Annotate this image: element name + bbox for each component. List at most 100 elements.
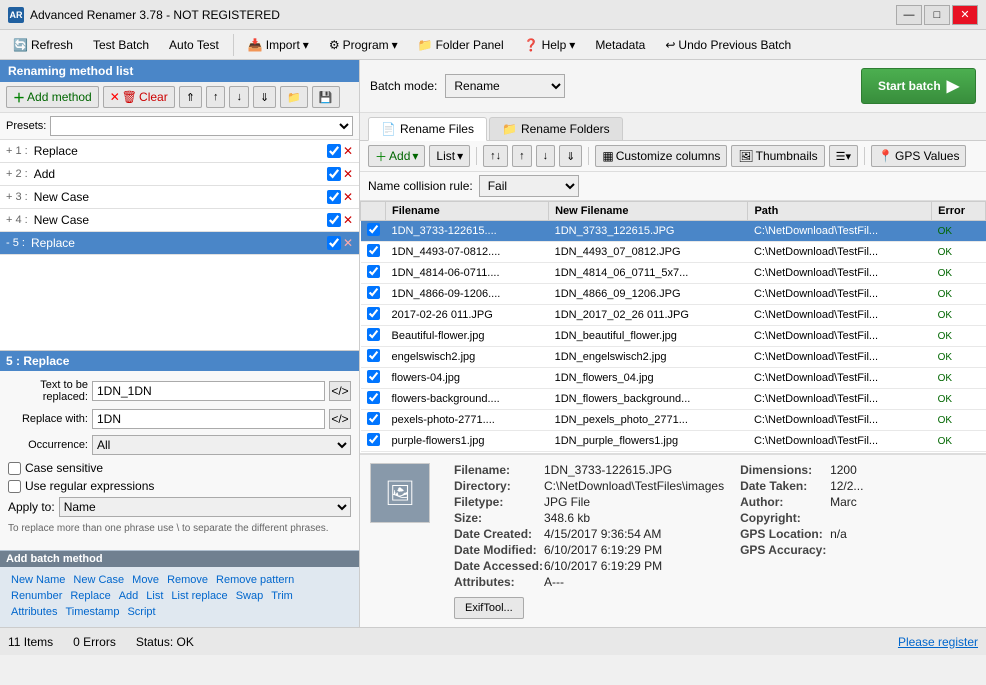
start-batch-button[interactable]: Start batch ▶ xyxy=(861,68,976,104)
sort-az-button[interactable]: ↑↓ xyxy=(483,145,508,167)
table-row[interactable]: 1DN_4814-06-0711.... 1DN_4814_06_0711_5x… xyxy=(361,263,986,284)
add-method-button[interactable]: ＋ Add method xyxy=(6,86,99,108)
add-method-link-new-case[interactable]: New Case xyxy=(70,573,127,587)
add-method-link-list[interactable]: List xyxy=(143,589,166,603)
row-checkbox[interactable] xyxy=(367,433,380,446)
row-checkbox[interactable] xyxy=(367,328,380,341)
row-checkbox[interactable] xyxy=(367,370,380,383)
method-checkbox[interactable] xyxy=(327,190,341,204)
add-method-link-remove-pattern[interactable]: Remove pattern xyxy=(213,573,297,587)
folder-button[interactable]: 📁 xyxy=(280,86,308,108)
options-button[interactable]: ☰▾ xyxy=(829,145,858,167)
file-tabs: 📄Rename Files📁Rename Folders xyxy=(360,113,986,141)
program-button[interactable]: ⚙ Program ▾ xyxy=(320,33,407,57)
add-method-link-replace[interactable]: Replace xyxy=(67,589,113,603)
add-method-link-new-name[interactable]: New Name xyxy=(8,573,68,587)
customize-columns-button[interactable]: ▦ Customize columns xyxy=(595,145,727,167)
table-row[interactable]: 1DN_3733-122615.... 1DN_3733_122615.JPG … xyxy=(361,221,986,242)
help-button[interactable]: ❓ Help ▾ xyxy=(515,33,585,57)
add-method-link-timestamp[interactable]: Timestamp xyxy=(62,605,122,619)
table-row[interactable]: 1DN_4493-07-0812.... 1DN_4493_07_0812.JP… xyxy=(361,242,986,263)
row-checkbox[interactable] xyxy=(367,349,380,362)
folder-panel-button[interactable]: 📁 Folder Panel xyxy=(409,33,513,57)
sort-up-button[interactable]: ↑ xyxy=(512,145,532,167)
move-down-button[interactable]: ↓ xyxy=(229,86,249,108)
move-up-button[interactable]: ↑ xyxy=(206,86,226,108)
add-method-link-trim[interactable]: Trim xyxy=(268,589,296,603)
move-top-button[interactable]: ⇑ xyxy=(179,86,202,108)
file-tab-rename-folders[interactable]: 📁Rename Folders xyxy=(489,117,623,140)
method-delete-icon[interactable]: ✕ xyxy=(343,213,353,227)
minimize-button[interactable]: — xyxy=(896,5,922,25)
presets-select[interactable] xyxy=(50,116,353,136)
row-checkbox[interactable] xyxy=(367,391,380,404)
row-checkbox[interactable] xyxy=(367,244,380,257)
method-item-4[interactable]: + 4 : New Case ✕ xyxy=(0,209,359,232)
table-row[interactable]: purple-flowers1.jpg 1DN_purple_flowers1.… xyxy=(361,431,986,452)
method-delete-icon[interactable]: ✕ xyxy=(343,236,353,250)
table-row[interactable]: flowers-04.jpg 1DN_flowers_04.jpg C:\Net… xyxy=(361,368,986,389)
collision-select[interactable]: Fail Skip Overwrite xyxy=(479,175,579,197)
method-item-3[interactable]: + 3 : New Case ✕ xyxy=(0,186,359,209)
regex-checkbox[interactable] xyxy=(8,480,21,493)
undo-button[interactable]: ↩ Undo Previous Batch xyxy=(656,33,800,57)
exif-tool-button[interactable]: ExifTool... xyxy=(454,597,524,619)
thumbnails-button[interactable]: 🖼 Thumbnails xyxy=(731,145,824,167)
table-row[interactable]: 2017-02-26 011.JPG 1DN_2017_02_26 011.JP… xyxy=(361,305,986,326)
row-checkbox[interactable] xyxy=(367,265,380,278)
method-checkbox[interactable] xyxy=(327,236,341,250)
method-item-1[interactable]: + 1 : Replace ✕ xyxy=(0,140,359,163)
import-button[interactable]: 📥 Import ▾ xyxy=(239,33,318,57)
replace-with-input[interactable] xyxy=(92,409,325,429)
batch-mode-select[interactable]: Rename Copy Move xyxy=(445,74,565,98)
occurrence-select[interactable]: All First Last xyxy=(92,435,351,455)
table-row[interactable]: Beautiful-flower.jpg 1DN_beautiful_flowe… xyxy=(361,326,986,347)
method-delete-icon[interactable]: ✕ xyxy=(343,190,353,204)
add-method-link-attributes[interactable]: Attributes xyxy=(8,605,60,619)
case-sensitive-checkbox[interactable] xyxy=(8,462,21,475)
close-button[interactable]: ✕ xyxy=(952,5,978,25)
method-checkbox[interactable] xyxy=(327,144,341,158)
add-method-link-list-replace[interactable]: List replace xyxy=(168,589,230,603)
test-batch-button[interactable]: Test Batch xyxy=(84,33,158,57)
file-tab-rename-files[interactable]: 📄Rename Files xyxy=(368,117,487,141)
method-delete-icon[interactable]: ✕ xyxy=(343,167,353,181)
apply-to-select[interactable]: Name Extension Name and Extension xyxy=(59,497,351,517)
code-btn-2[interactable]: </> xyxy=(329,409,351,429)
add-method-link-renumber[interactable]: Renumber xyxy=(8,589,65,603)
method-checkbox[interactable] xyxy=(327,167,341,181)
add-method-link-remove[interactable]: Remove xyxy=(164,573,211,587)
add-method-link-move[interactable]: Move xyxy=(129,573,162,587)
code-btn-1[interactable]: </> xyxy=(329,381,351,401)
method-checkbox[interactable] xyxy=(327,213,341,227)
add-file-button[interactable]: ＋ Add ▾ xyxy=(368,145,425,167)
gps-values-button[interactable]: 📍 GPS Values xyxy=(871,145,966,167)
table-row[interactable]: flowers-background.... 1DN_flowers_backg… xyxy=(361,389,986,410)
refresh-button[interactable]: 🔄 Refresh xyxy=(4,33,82,57)
row-checkbox[interactable] xyxy=(367,412,380,425)
method-item-2[interactable]: + 2 : Add ✕ xyxy=(0,163,359,186)
list-view-button[interactable]: List ▾ xyxy=(429,145,470,167)
add-method-link-add[interactable]: Add xyxy=(116,589,142,603)
text-to-replace-input[interactable] xyxy=(92,381,325,401)
sort-down-button[interactable]: ↓ xyxy=(536,145,556,167)
file-table-container[interactable]: Filename New Filename Path Error 1DN_373… xyxy=(360,201,986,454)
row-checkbox[interactable] xyxy=(367,223,380,236)
clear-button[interactable]: ✕ 🗑 Clear xyxy=(103,86,175,108)
auto-test-button[interactable]: Auto Test xyxy=(160,33,228,57)
sort-bottom-button[interactable]: ⇓ xyxy=(559,145,582,167)
register-link[interactable]: Please register xyxy=(898,635,978,649)
maximize-button[interactable]: □ xyxy=(924,5,950,25)
row-checkbox[interactable] xyxy=(367,286,380,299)
table-row[interactable]: pexels-photo-2771.... 1DN_pexels_photo_2… xyxy=(361,410,986,431)
metadata-button[interactable]: Metadata xyxy=(586,33,654,57)
row-checkbox[interactable] xyxy=(367,307,380,320)
table-row[interactable]: engelswisch2.jpg 1DN_engelswisch2.jpg C:… xyxy=(361,347,986,368)
add-method-link-swap[interactable]: Swap xyxy=(233,589,267,603)
save-button[interactable]: 💾 xyxy=(312,86,340,108)
method-item-5[interactable]: - 5 : Replace ✕ xyxy=(0,232,359,255)
move-bottom-button[interactable]: ⇓ xyxy=(253,86,276,108)
add-method-link-script[interactable]: Script xyxy=(124,605,158,619)
method-delete-icon[interactable]: ✕ xyxy=(343,144,353,158)
table-row[interactable]: 1DN_4866-09-1206.... 1DN_4866_09_1206.JP… xyxy=(361,284,986,305)
